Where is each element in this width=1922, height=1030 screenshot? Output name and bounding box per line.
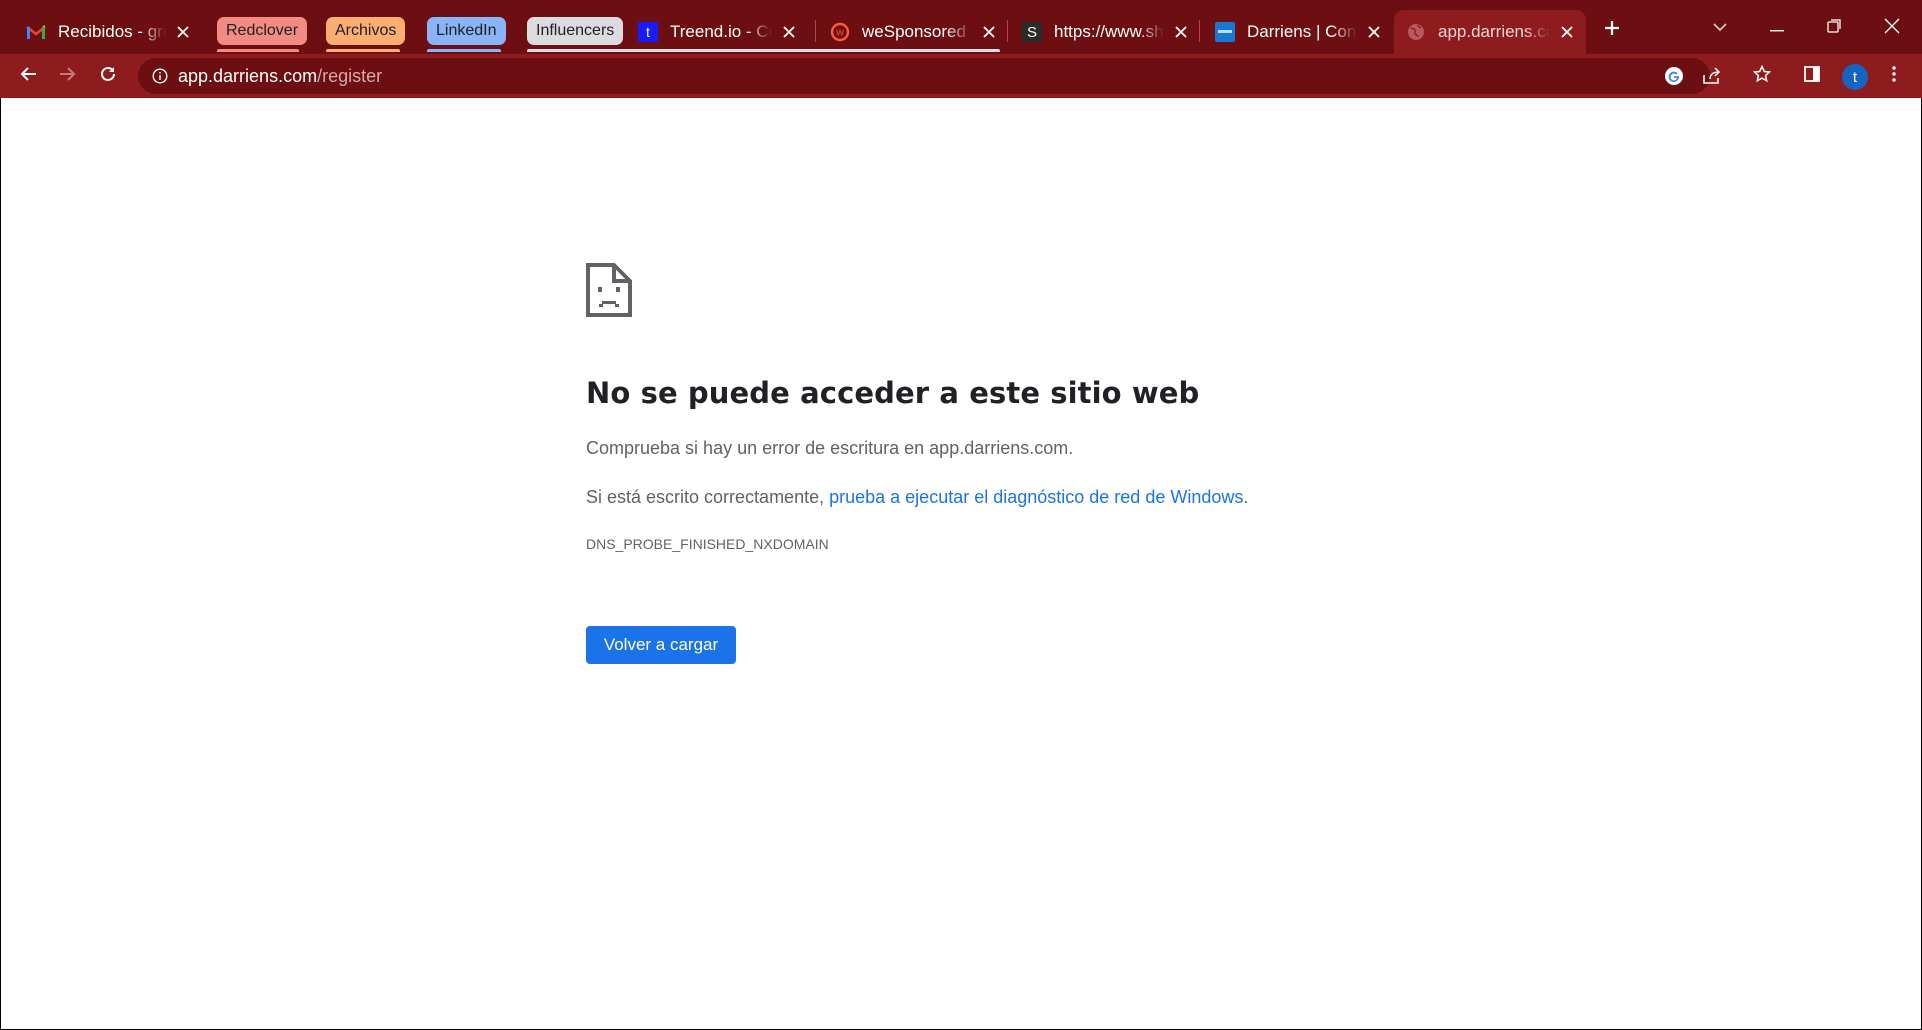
- showcase-s-icon: S: [1022, 22, 1042, 42]
- svg-text:S: S: [1027, 24, 1037, 41]
- tab-title: Darriens | Contác: [1247, 22, 1357, 42]
- tab-search-button[interactable]: [1700, 12, 1740, 44]
- google-lens-icon[interactable]: [1662, 64, 1686, 88]
- tab-title: Recibidos - grimt: [58, 22, 166, 42]
- close-icon[interactable]: [780, 23, 798, 41]
- svg-text:t: t: [646, 24, 650, 40]
- tab-separator: [815, 20, 816, 42]
- new-tab-button[interactable]: [1598, 16, 1626, 44]
- tab-title: https://www.show: [1054, 22, 1164, 42]
- tab-darriens[interactable]: Darriens | Contác: [1203, 10, 1393, 54]
- bookmark-star-button[interactable]: [1746, 60, 1778, 92]
- reload-button[interactable]: [92, 60, 124, 92]
- tab-show[interactable]: S https://www.show: [1010, 10, 1200, 54]
- wesponsored-icon: W: [830, 22, 850, 42]
- svg-text:W: W: [836, 29, 844, 38]
- address-bar[interactable]: app.darriens.com/register: [138, 58, 1721, 94]
- tab-group-underline: [427, 49, 501, 52]
- kebab-menu-icon: [1892, 65, 1896, 87]
- tab-separator: [1199, 20, 1200, 42]
- tab-wesponsored[interactable]: W weSponsored: [818, 10, 1008, 54]
- gmail-icon: [26, 22, 46, 42]
- url-text: app.darriens.com/register: [178, 66, 382, 87]
- reload-icon: [99, 65, 117, 88]
- error-description: Comprueba si hay un error de escritura e…: [586, 438, 1074, 458]
- tab-group-underline: [326, 49, 400, 52]
- suggestion-suffix: .: [1243, 487, 1249, 507]
- sad-page-icon: [586, 263, 632, 317]
- menu-button[interactable]: [1878, 60, 1910, 92]
- tab-treend[interactable]: t Treend.io - Colab: [626, 10, 808, 54]
- tab-group-influencers[interactable]: Influencers: [527, 17, 624, 45]
- reload-page-button[interactable]: Volver a cargar: [586, 626, 736, 664]
- error-code: DNS_PROBE_FINISHED_NXDOMAIN: [586, 536, 829, 552]
- close-icon[interactable]: [1365, 23, 1383, 41]
- plus-icon: [1603, 19, 1621, 42]
- close-icon[interactable]: [1558, 23, 1576, 41]
- tab-group-archivos[interactable]: Archivos: [326, 17, 406, 45]
- restore-icon: [1827, 18, 1841, 38]
- close-icon[interactable]: [980, 23, 998, 41]
- network-diagnostics-link[interactable]: prueba a ejecutar el diagnóstico de red …: [829, 487, 1243, 507]
- close-icon: [1884, 18, 1900, 39]
- profile-avatar[interactable]: t: [1842, 64, 1868, 90]
- tab-title: weSponsored: [862, 22, 972, 42]
- back-button[interactable]: [12, 60, 44, 92]
- restore-button[interactable]: [1814, 12, 1854, 44]
- tab-strip: Recibidos - grimt Redclover Archivos Lin…: [0, 0, 1922, 54]
- side-panel-button[interactable]: [1796, 60, 1828, 92]
- tab-group-underline: [217, 49, 299, 52]
- tab-title: Treend.io - Colab: [670, 22, 772, 42]
- tab-group-redclover[interactable]: Redclover: [217, 17, 308, 45]
- tab-separator: [1007, 20, 1008, 42]
- error-suggestion: Si está escrito correctamente, prueba a …: [586, 487, 1248, 508]
- browser-toolbar: app.darriens.com/register t: [0, 54, 1922, 98]
- darriens-icon: [1215, 22, 1235, 42]
- side-panel-icon: [1804, 65, 1820, 87]
- chevron-down-icon: [1712, 19, 1728, 37]
- url-host: app.darriens.com: [178, 66, 318, 86]
- minimize-icon: [1770, 19, 1784, 37]
- share-icon[interactable]: [1700, 64, 1724, 88]
- url-path: /register: [317, 66, 383, 86]
- tab-title: app.darriens.com: [1438, 22, 1550, 42]
- globe-icon: [1406, 22, 1426, 42]
- tab-app-darriens-active[interactable]: app.darriens.com: [1394, 10, 1586, 54]
- close-icon[interactable]: [1172, 23, 1190, 41]
- close-window-button[interactable]: [1872, 12, 1912, 44]
- info-icon[interactable]: [150, 66, 170, 86]
- minimize-button[interactable]: [1757, 12, 1797, 44]
- arrow-right-icon: [59, 66, 77, 87]
- forward-button[interactable]: [52, 60, 84, 92]
- suggestion-prefix: Si está escrito correctamente,: [586, 487, 830, 507]
- arrow-left-icon: [19, 66, 37, 87]
- tab-gmail[interactable]: Recibidos - grimt: [14, 10, 202, 54]
- treend-icon: t: [638, 22, 658, 42]
- close-icon[interactable]: [174, 23, 192, 41]
- tab-group-linkedin[interactable]: LinkedIn: [427, 17, 506, 45]
- error-title: No se puede acceder a este sitio web: [586, 376, 1200, 410]
- page-content: No se puede acceder a este sitio web Com…: [1, 98, 1921, 1029]
- star-icon: [1752, 64, 1772, 88]
